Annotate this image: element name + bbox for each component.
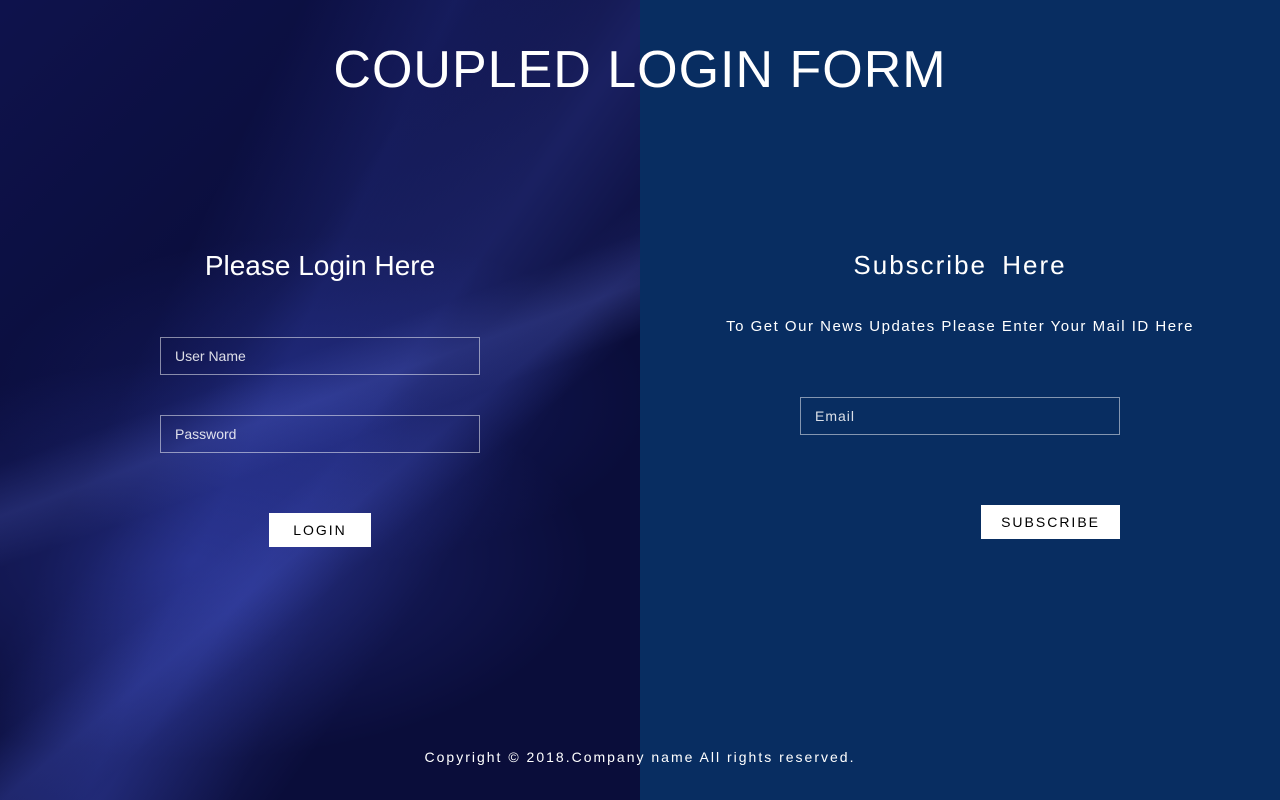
username-input[interactable] (160, 337, 480, 375)
page-title: COUPLED LOGIN FORM (0, 40, 1280, 100)
footer-copyright: Copyright © 2018.Company name All rights… (0, 749, 1280, 765)
password-input[interactable] (160, 415, 480, 453)
email-input[interactable] (800, 397, 1120, 435)
login-panel: Please Login Here LOGIN (0, 0, 640, 800)
login-heading: Please Login Here (205, 250, 435, 282)
subscribe-panel: Subscribe Here To Get Our News Updates P… (640, 0, 1280, 800)
login-button[interactable]: LOGIN (269, 513, 371, 547)
subscribe-description: To Get Our News Updates Please Enter You… (726, 316, 1194, 337)
subscribe-button[interactable]: SUBSCRIBE (981, 505, 1120, 539)
subscribe-heading: Subscribe Here (853, 250, 1066, 281)
